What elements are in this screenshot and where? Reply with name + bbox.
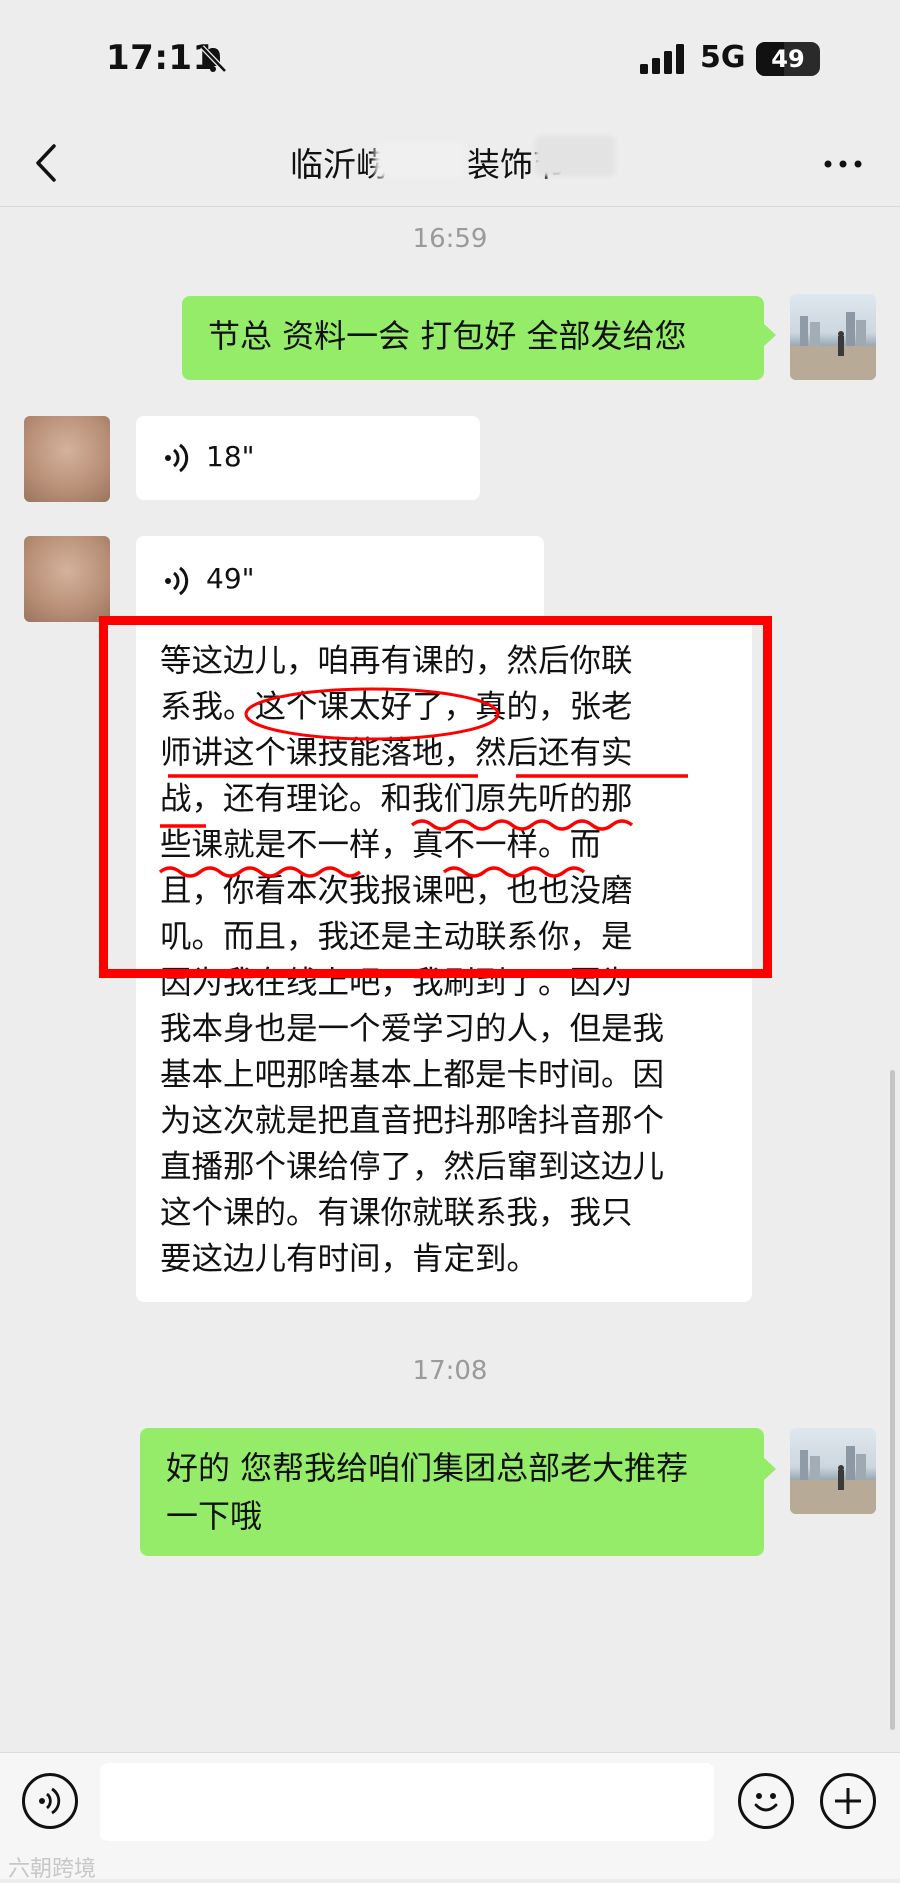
avatar-photo (790, 1446, 876, 1514)
bubble-tail (762, 1456, 776, 1482)
emoji-button[interactable] (738, 1773, 794, 1829)
message-line: 好的 您帮我给咱们集团总部老大推荐 (166, 1449, 689, 1487)
voice-input-button[interactable] (22, 1773, 78, 1829)
watermark-text: 六朝跨境 (8, 1857, 97, 1882)
timestamp: 17:08 (412, 1356, 488, 1386)
scrollbar[interactable] (890, 1070, 895, 1730)
transcript-line: 要这边儿有时间，肯定到。 (160, 1241, 539, 1277)
avatar-me[interactable] (790, 1428, 876, 1514)
message-input[interactable] (100, 1763, 714, 1841)
plus-button[interactable] (820, 1773, 876, 1829)
transcript-line: 为这次就是把直音把抖那啥抖音那个 (160, 1103, 665, 1139)
message-text: 好的 您帮我给咱们集团总部老大推荐 一下哦 (140, 1428, 764, 1556)
input-bar: 六朝跨境 (0, 1752, 900, 1882)
plus-icon (835, 1788, 861, 1814)
voice-wave-icon (39, 1787, 61, 1815)
message-bubble-sent[interactable]: 好的 您帮我给咱们集团总部老大推荐 一下哦 (140, 1428, 764, 1556)
transcript-line: 直播那个课给停了，然后窜到这边儿 (160, 1149, 665, 1185)
red-highlight-box (99, 616, 772, 978)
smiley-icon (754, 1793, 778, 1812)
message-line: 一下哦 (166, 1497, 263, 1535)
transcript-line: 这个课的。有课你就联系我，我只 (160, 1195, 633, 1231)
